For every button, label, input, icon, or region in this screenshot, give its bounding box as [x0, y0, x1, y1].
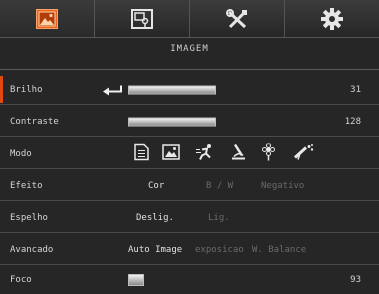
avancado-option-auto-image[interactable]: Auto Image — [128, 245, 182, 255]
macro-flower-mode-icon[interactable] — [262, 142, 275, 164]
row-contraste[interactable]: Contraste 128 — [0, 106, 379, 137]
menu-tabs — [0, 0, 379, 38]
row-modo[interactable]: Modo — [0, 138, 379, 169]
tab-tools[interactable] — [190, 0, 285, 37]
microscope-mode-icon[interactable] — [231, 143, 246, 164]
modo-label: Modo — [10, 148, 32, 159]
efeito-option-cor[interactable]: Cor — [148, 181, 164, 191]
tab-image[interactable] — [0, 0, 95, 37]
foco-label: Foco — [10, 275, 32, 285]
efeito-option-negativo[interactable]: Negativo — [261, 181, 304, 191]
row-espelho[interactable]: Espelho Deslig. Lig. — [0, 202, 379, 233]
enter-icon — [103, 80, 123, 99]
espelho-label: Espelho — [10, 212, 48, 223]
motion-mode-icon[interactable] — [196, 143, 214, 164]
brilho-value: 31 — [350, 84, 361, 95]
row-avancado[interactable]: Avancado Auto Image exposicao W. Balance — [0, 234, 379, 265]
avancado-label: Avancado — [10, 244, 54, 255]
divider — [0, 69, 379, 70]
image-settings-icon — [36, 8, 58, 29]
contraste-label: Contraste — [10, 116, 59, 127]
infinity-mode-icon[interactable] — [292, 143, 314, 164]
tools-icon — [225, 8, 249, 29]
brilho-slider[interactable] — [128, 85, 216, 94]
tab-display[interactable] — [95, 0, 190, 37]
photo-mode-icon[interactable] — [162, 143, 180, 164]
menu-title: IMAGEM — [170, 44, 209, 54]
foco-value: 93 — [350, 275, 361, 285]
row-brilho[interactable]: Brilho 31 — [0, 74, 379, 105]
row-foco[interactable]: Foco 93 — [0, 266, 379, 294]
osd-menu: IMAGEM Brilho 31 Contraste 128 Modo Efei… — [0, 0, 379, 294]
brilho-label: Brilho — [10, 84, 43, 95]
contraste-slider[interactable] — [128, 117, 216, 126]
espelho-option-lig[interactable]: Lig. — [208, 213, 230, 223]
foco-slider[interactable] — [128, 274, 144, 286]
espelho-option-deslig[interactable]: Deslig. — [136, 213, 174, 223]
display-settings-icon — [131, 8, 153, 29]
document-mode-icon[interactable] — [134, 143, 149, 164]
avancado-option-exposicao[interactable]: exposicao — [195, 245, 244, 255]
gear-icon — [321, 7, 343, 30]
tab-settings[interactable] — [285, 0, 379, 37]
contraste-value: 128 — [344, 116, 361, 127]
efeito-label: Efeito — [10, 180, 43, 191]
efeito-option-bw[interactable]: B / W — [206, 181, 233, 191]
avancado-option-white-balance[interactable]: W. Balance — [252, 245, 306, 255]
row-efeito[interactable]: Efeito Cor B / W Negativo — [0, 170, 379, 201]
